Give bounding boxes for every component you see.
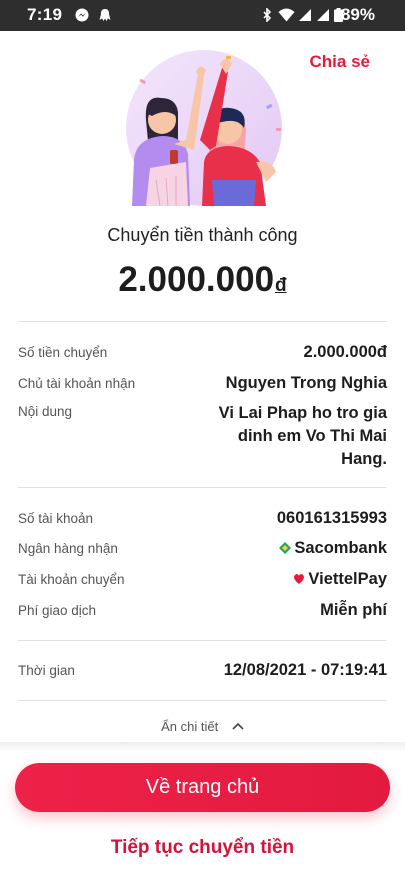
ghost-icon	[99, 9, 111, 21]
amount-detail-value: 2.000.000đ	[303, 343, 387, 361]
currency-symbol: đ	[275, 275, 287, 296]
status-bar: 7:19 89%	[0, 0, 405, 31]
divider	[18, 640, 387, 641]
bank-value-wrap: Sacombank	[279, 539, 387, 558]
content-value: Vi Lai Phap ho tro gia dinh em Vo Thi Ma…	[218, 404, 387, 468]
continue-transfer-button[interactable]: Tiếp tục chuyển tiền	[0, 837, 405, 859]
home-button-label: Về trang chủ	[145, 776, 260, 798]
chevron-up-icon	[232, 722, 244, 730]
fee-value: Miễn phí	[320, 601, 387, 619]
receiver-label: Chủ tài khoản nhận	[18, 376, 136, 391]
footer-shadow	[0, 742, 405, 752]
detail-row-amount: Số tiền chuyển 2.000.000đ	[18, 343, 387, 365]
amount-value: 2.000.000	[118, 260, 275, 299]
fee-label: Phí giao dịch	[18, 603, 97, 618]
hide-details-toggle[interactable]: Ẩn chi tiết	[0, 719, 405, 734]
detail-row-source: Tài khoản chuyển ViettelPay	[18, 570, 387, 592]
sacombank-logo-icon	[279, 542, 292, 554]
signal-icon	[299, 9, 311, 21]
account-value: 060161315993	[276, 509, 387, 527]
hide-details-label: Ẩn chi tiết	[161, 719, 219, 734]
detail-row-bank: Ngân hàng nhận Sacombank	[18, 539, 387, 561]
success-illustration	[126, 50, 282, 206]
detail-row-account: Số tài khoản 060161315993	[18, 509, 387, 531]
divider	[18, 487, 387, 488]
transfer-amount: 2.000.000đ	[0, 260, 405, 300]
status-time: 7:19	[27, 5, 63, 24]
divider	[18, 321, 387, 322]
time-value: 12/08/2021 - 07:19:41	[223, 661, 387, 679]
source-label: Tài khoản chuyển	[18, 572, 125, 587]
receiver-value: Nguyen Trong Nghia	[225, 374, 387, 392]
home-button[interactable]: Về trang chủ	[15, 763, 390, 812]
signal-icon	[317, 9, 329, 21]
detail-row-time: Thời gian 12/08/2021 - 07:19:41	[18, 661, 387, 683]
detail-row-receiver: Chủ tài khoản nhận Nguyen Trong Nghia	[18, 374, 387, 396]
detail-row-content: Nội dung Vi Lai Phap ho tro gia dinh em …	[18, 404, 387, 474]
source-value: ViettelPay	[308, 570, 387, 588]
detail-row-fee: Phí giao dịch Miễn phí	[18, 601, 387, 623]
bank-label: Ngân hàng nhận	[18, 541, 118, 556]
messenger-icon	[75, 8, 89, 22]
result-title: Chuyển tiền thành công	[107, 225, 298, 245]
source-value-wrap: ViettelPay	[293, 570, 387, 589]
content-label: Nội dung	[18, 404, 73, 419]
bank-value: Sacombank	[294, 539, 387, 557]
viettelpay-logo-icon	[294, 574, 305, 584]
wifi-icon	[278, 8, 295, 22]
account-label: Số tài khoản	[18, 511, 94, 526]
battery-percent: 89%	[340, 5, 375, 24]
amount-label: Số tiền chuyển	[18, 345, 108, 360]
bluetooth-icon	[263, 8, 272, 22]
divider	[18, 700, 387, 701]
time-label: Thời gian	[18, 663, 75, 678]
share-button[interactable]: Chia sẻ	[310, 52, 370, 72]
